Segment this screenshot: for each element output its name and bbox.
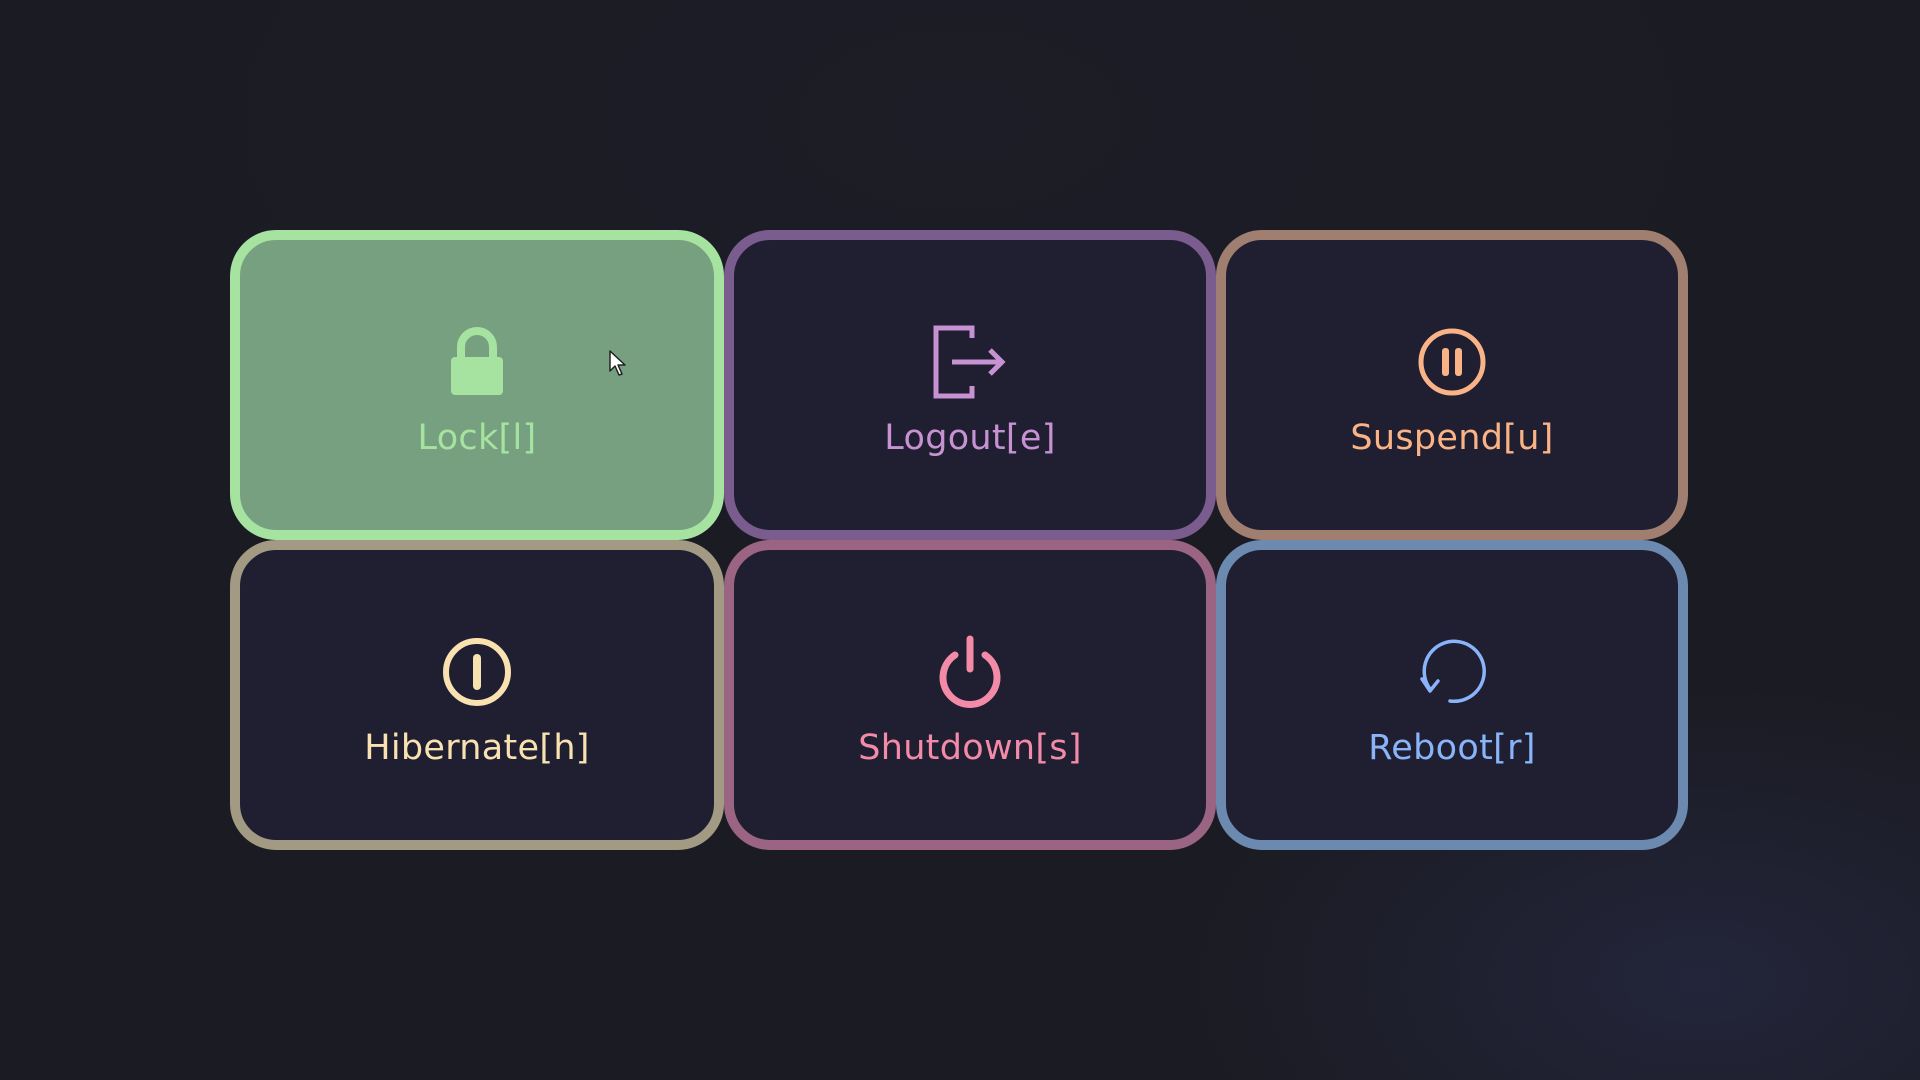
reboot-label: Reboot[r] bbox=[1368, 728, 1536, 768]
hibernate-icon bbox=[439, 634, 515, 710]
suspend-label: Suspend[u] bbox=[1350, 418, 1554, 458]
shutdown-button[interactable]: Shutdown[s] bbox=[724, 540, 1216, 850]
power-menu-grid: Lock[l] Logout[e] Suspend[u] Hibernate[h… bbox=[230, 230, 1688, 850]
reboot-button[interactable]: Reboot[r] bbox=[1216, 540, 1688, 850]
suspend-button[interactable]: Suspend[u] bbox=[1216, 230, 1688, 540]
lock-button[interactable]: Lock[l] bbox=[230, 230, 724, 540]
lock-label: Lock[l] bbox=[417, 418, 537, 458]
logout-icon bbox=[932, 324, 1008, 400]
power-icon bbox=[932, 634, 1008, 710]
lock-icon bbox=[439, 324, 515, 400]
hibernate-label: Hibernate[h] bbox=[364, 728, 590, 768]
logout-label: Logout[e] bbox=[884, 418, 1056, 458]
reboot-icon bbox=[1414, 634, 1490, 710]
pause-circle-icon bbox=[1414, 324, 1490, 400]
shutdown-label: Shutdown[s] bbox=[858, 728, 1082, 768]
hibernate-button[interactable]: Hibernate[h] bbox=[230, 540, 724, 850]
mouse-cursor-icon bbox=[609, 350, 626, 376]
logout-button[interactable]: Logout[e] bbox=[724, 230, 1216, 540]
